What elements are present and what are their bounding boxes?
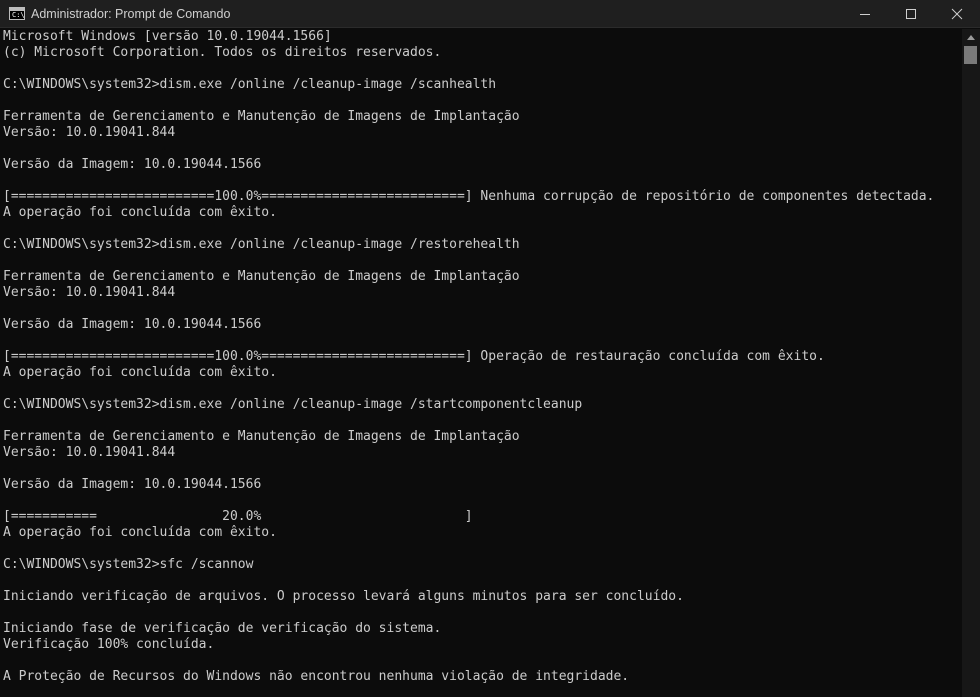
console-line: [==========================100.0%=======… [3, 349, 825, 364]
maximize-icon [906, 9, 916, 19]
console-line: [=========== 20.0% ] [3, 509, 473, 524]
console-line: A operação foi concluída com êxito. [3, 205, 277, 220]
console-output[interactable]: Microsoft Windows [versão 10.0.19044.156… [0, 29, 962, 697]
scroll-up-arrow-icon[interactable] [962, 29, 980, 46]
console-line: C:\WINDOWS\system32>dism.exe /online /cl… [3, 237, 520, 252]
console-line: Versão da Imagem: 10.0.19044.1566 [3, 317, 262, 332]
console-line: Ferramenta de Gerenciamento e Manutenção… [3, 429, 520, 444]
minimize-button[interactable] [842, 0, 888, 28]
console-line: A Proteção de Recursos do Windows não en… [3, 669, 630, 684]
vertical-scrollbar[interactable] [962, 29, 980, 697]
maximize-button[interactable] [888, 0, 934, 28]
console-line: (c) Microsoft Corporation. Todos os dire… [3, 45, 442, 60]
console-line: C:\WINDOWS\system32>sfc /scannow [3, 557, 254, 572]
console-line: Ferramenta de Gerenciamento e Manutenção… [3, 269, 520, 284]
window-title: Administrador: Prompt de Comando [31, 7, 231, 21]
title-bar[interactable]: C:\ Administrador: Prompt de Comando [0, 0, 980, 28]
console-line: C:\WINDOWS\system32>dism.exe /online /cl… [3, 397, 583, 412]
console-line: C:\WINDOWS\system32>dism.exe /online /cl… [3, 77, 497, 92]
console-line: A operação foi concluída com êxito. [3, 365, 277, 380]
close-button[interactable] [934, 0, 980, 28]
cmd-icon-glyph: C:\ [12, 11, 25, 19]
console-line: A operação foi concluída com êxito. [3, 525, 277, 540]
cmd-window: C:\ Administrador: Prompt de Comando Mic… [0, 0, 980, 697]
scroll-thumb[interactable] [964, 46, 977, 64]
cmd-icon[interactable]: C:\ [9, 7, 25, 20]
minimize-icon [860, 14, 870, 15]
console-line: Versão: 10.0.19041.844 [3, 285, 176, 300]
console-line: Versão da Imagem: 10.0.19044.1566 [3, 477, 262, 492]
console-line: Verificação 100% concluída. [3, 637, 215, 652]
console-line: Microsoft Windows [versão 10.0.19044.156… [3, 29, 332, 44]
console-line: Ferramenta de Gerenciamento e Manutenção… [3, 109, 520, 124]
console-line: Iniciando verificação de arquivos. O pro… [3, 589, 684, 604]
console-line: Versão da Imagem: 10.0.19044.1566 [3, 157, 262, 172]
console-line: Versão: 10.0.19041.844 [3, 445, 176, 460]
close-icon [951, 8, 963, 20]
console-line: Versão: 10.0.19041.844 [3, 125, 176, 140]
console-line: [==========================100.0%=======… [3, 189, 935, 204]
console-line: Iniciando fase de verificação de verific… [3, 621, 442, 636]
